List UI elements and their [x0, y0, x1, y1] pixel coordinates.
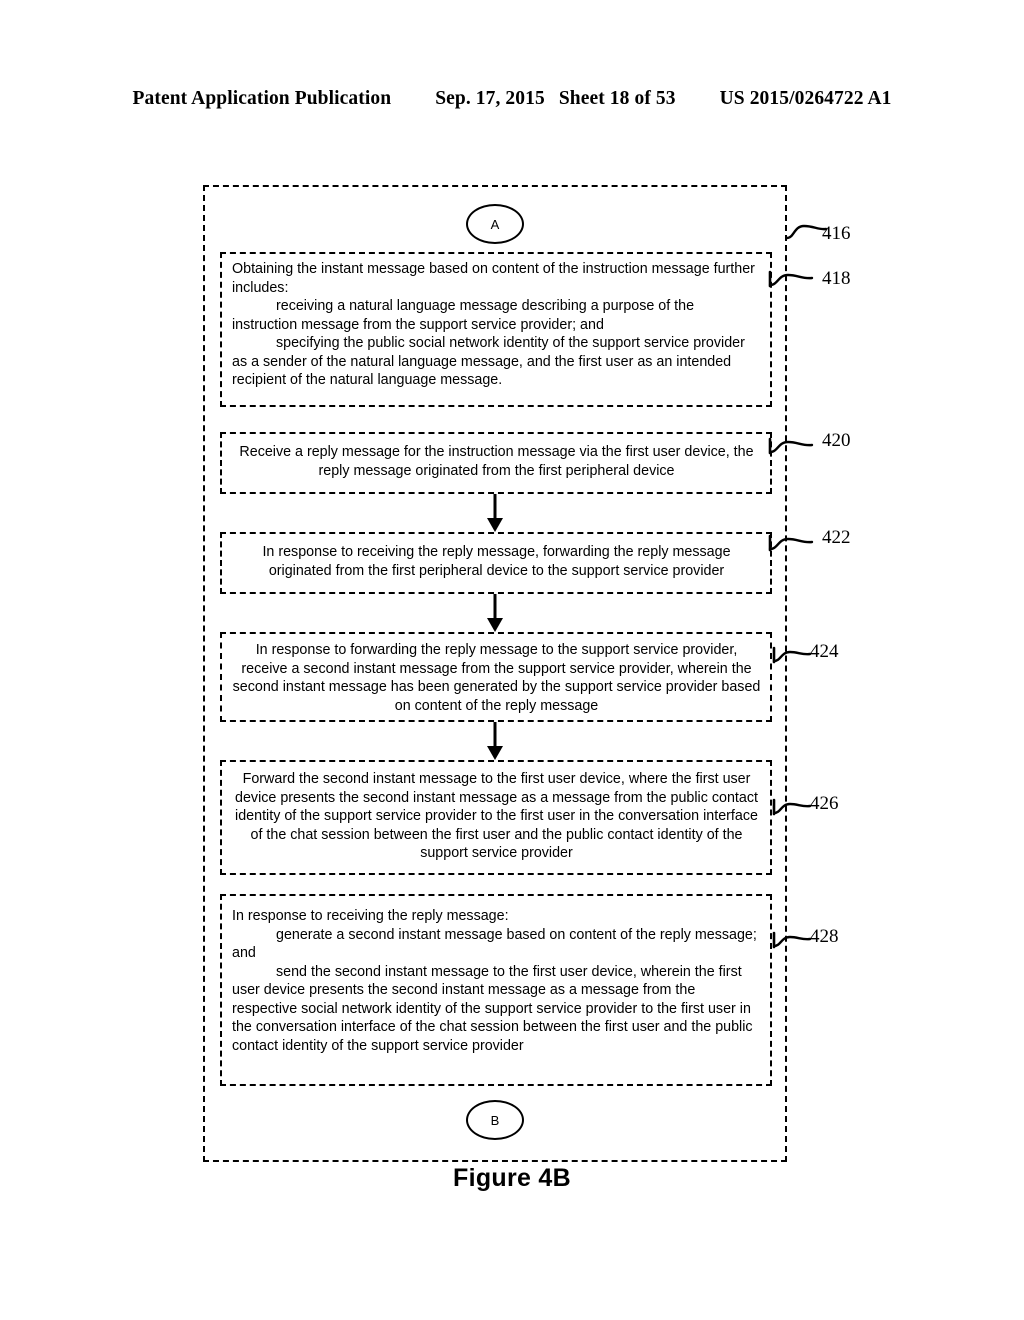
leader-line-422: [768, 532, 828, 558]
figure-caption: Figure 4B: [453, 1164, 571, 1192]
step-424-line-0: In response to forwarding the reply mess…: [232, 642, 761, 714]
ref-numeral-418: 418: [822, 268, 851, 289]
publication-date: Sep. 17, 2015: [435, 88, 545, 109]
leader-line-420: [768, 435, 828, 461]
step-418-line-2: specifying the public social network ide…: [232, 335, 745, 389]
ref-numeral-424: 424: [810, 641, 839, 662]
step-418-line-0: Obtaining the instant message based on c…: [232, 261, 755, 296]
step-418-line-1: receiving a natural language message des…: [232, 298, 695, 333]
step-420-line-0: Receive a reply message for the instruct…: [239, 444, 754, 479]
ref-numeral-416: 416: [822, 223, 851, 244]
step-422-line-0: In response to receiving the reply messa…: [262, 544, 731, 579]
leader-line-418: [768, 268, 828, 294]
ref-numeral-420: 420: [822, 430, 851, 451]
arrow-420-to-422: [487, 494, 503, 532]
step-426-line-0: Forward the second instant message to th…: [235, 771, 758, 862]
flowchart-outer-container: A Obtaining the instant message based on…: [203, 185, 787, 1162]
connector-node-b-label: B: [490, 1112, 500, 1128]
step-box-424: In response to forwarding the reply mess…: [220, 632, 772, 722]
step-428-line-2: send the second instant message to the f…: [232, 963, 753, 1055]
sheet-number: Sheet 18 of 53: [558, 88, 676, 109]
arrow-424-to-426: [487, 722, 503, 760]
step-box-422: In response to receiving the reply messa…: [220, 532, 772, 594]
connector-node-a-label: A: [490, 216, 500, 232]
page-header: Patent Application Publication Sep. 17, …: [0, 88, 1024, 110]
document-number: US 2015/0264722 A1: [719, 88, 892, 109]
connector-node-b: B: [466, 1100, 524, 1140]
publication-title: Patent Application Publication: [132, 88, 392, 109]
step-box-420: Receive a reply message for the instruct…: [220, 432, 772, 494]
ref-numeral-426: 426: [810, 793, 839, 814]
connector-node-a: A: [466, 204, 524, 244]
ref-numeral-428: 428: [810, 926, 839, 947]
step-box-418: Obtaining the instant message based on c…: [220, 252, 772, 407]
step-428-line-1: generate a second instant message based …: [232, 926, 757, 962]
ref-numeral-422: 422: [822, 527, 851, 548]
arrow-422-to-424: [487, 594, 503, 632]
step-box-426: Forward the second instant message to th…: [220, 760, 772, 875]
step-428-line-0: In response to receiving the reply messa…: [232, 908, 509, 924]
step-box-428: In response to receiving the reply messa…: [220, 894, 772, 1086]
